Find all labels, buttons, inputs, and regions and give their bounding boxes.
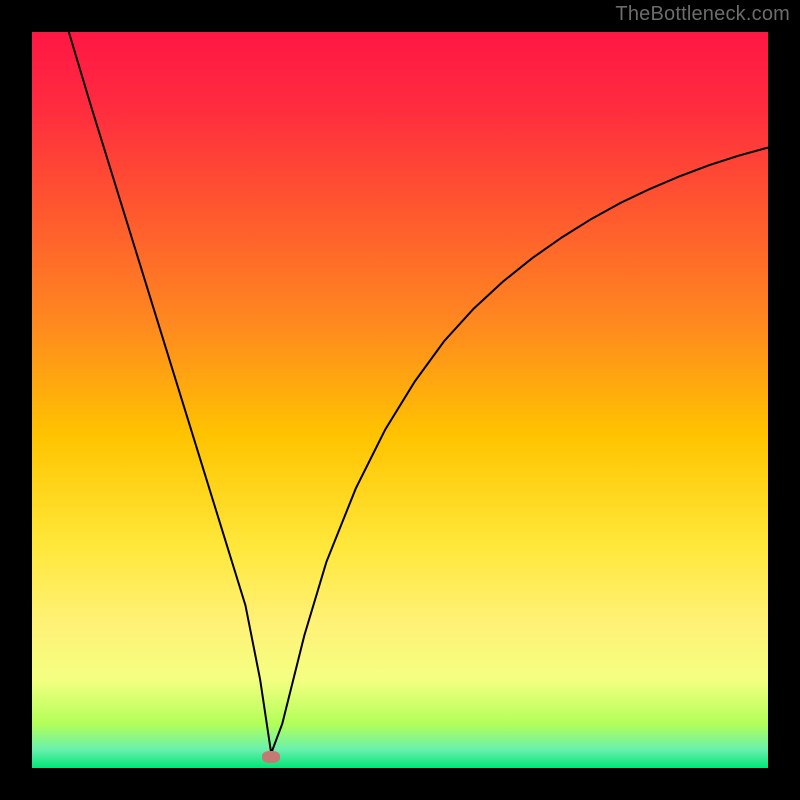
plot-area [32, 32, 768, 768]
watermark-label: TheBottleneck.com [615, 3, 790, 26]
optimal-point-marker [262, 751, 280, 763]
chart-frame: TheBottleneck.com [0, 0, 800, 800]
bottleneck-curve [32, 32, 768, 768]
